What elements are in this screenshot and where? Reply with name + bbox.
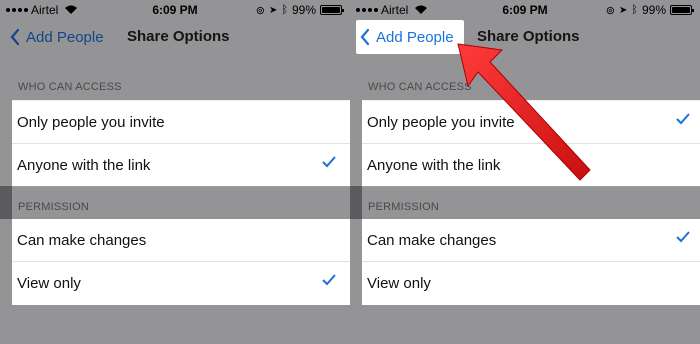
list-item[interactable]: Only people you invite: [362, 101, 700, 144]
chevron-left-icon: [360, 28, 370, 46]
option-label: View only: [367, 275, 431, 292]
access-group: Only people you invite Anyone with the l…: [12, 101, 350, 187]
list-item[interactable]: Only people you invite: [12, 101, 350, 144]
back-button-label: Add People: [376, 28, 454, 46]
option-label: Only people you invite: [367, 113, 515, 131]
option-label: Only people you invite: [17, 113, 165, 131]
list-item[interactable]: Anyone with the link: [362, 144, 700, 187]
option-label: Anyone with the link: [17, 157, 151, 174]
checkmark-icon: [322, 274, 336, 286]
dim-overlay: [0, 0, 700, 54]
checkmark-icon: [322, 156, 336, 168]
dim-overlay: [0, 305, 700, 344]
checkmark-icon: [676, 231, 690, 243]
permission-group: Can make changes View only: [12, 219, 350, 305]
list-item[interactable]: Can make changes: [12, 219, 350, 262]
back-button[interactable]: Add People: [360, 24, 460, 50]
option-label: Anyone with the link: [367, 157, 501, 174]
list-item[interactable]: Can make changes: [362, 219, 700, 262]
option-label: Can make changes: [367, 231, 497, 249]
access-group: Only people you invite Anyone with the l…: [362, 101, 700, 187]
option-label: View only: [17, 275, 81, 292]
list-item[interactable]: View only: [12, 262, 350, 305]
checkmark-icon: [676, 113, 690, 125]
dim-overlay: [0, 54, 700, 100]
dim-overlay: [350, 100, 362, 305]
list-item[interactable]: Anyone with the link: [12, 144, 350, 187]
option-label: Can make changes: [17, 231, 147, 249]
permission-group: Can make changes View only: [362, 219, 700, 305]
list-item[interactable]: View only: [362, 262, 700, 305]
dim-overlay: [0, 100, 12, 305]
